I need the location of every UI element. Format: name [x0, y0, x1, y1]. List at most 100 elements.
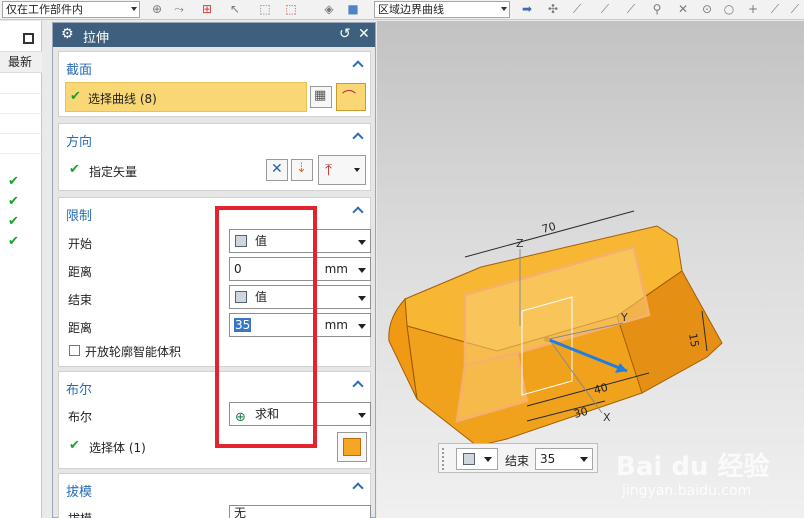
snap-point-icon[interactable]: ⊕: [150, 2, 164, 16]
add-select-icon[interactable]: ⊞: [200, 2, 214, 16]
chevron-down-icon: [358, 324, 366, 329]
chevron-down-icon: [358, 268, 366, 273]
chevron-down-icon: [358, 413, 366, 418]
history-check-icon: ✔: [8, 194, 19, 209]
dimension-label: 15: [686, 332, 701, 348]
collapse-icon[interactable]: [352, 60, 364, 72]
top-toolbar: 仅在工作部件内 ⊕ ⤳ ⊞ ↖ ⬚ ⬚ ◈ ■ 区域边界曲线 ➡ ✣ ⟋ ⟋ ⟋…: [0, 0, 804, 20]
curve-rule-dropdown[interactable]: 区域边界曲线: [374, 1, 510, 18]
snap-icon[interactable]: ✣: [546, 2, 560, 16]
axis-label: Y: [620, 311, 628, 324]
selection-filter-dropdown[interactable]: 仅在工作部件内: [2, 1, 140, 18]
check-icon: ✔: [69, 438, 80, 453]
select-body-button[interactable]: [337, 432, 367, 462]
center-point-icon[interactable]: ⊙: [700, 2, 714, 16]
check-icon: ✔: [70, 89, 81, 104]
draft-label: 拔模: [68, 510, 92, 518]
value-cube-icon: [463, 453, 475, 465]
vector-icon: ⇣: [296, 161, 307, 176]
collapse-icon[interactable]: [352, 482, 364, 494]
reset-icon[interactable]: ↺: [339, 26, 351, 42]
curve-icon: ⌒: [342, 90, 356, 106]
view-icon[interactable]: ◈: [322, 2, 336, 16]
open-profile-checkbox[interactable]: [69, 345, 80, 356]
open-profile-label: 开放轮廓智能体积: [85, 345, 182, 359]
mid-point-icon[interactable]: ⟋: [624, 2, 638, 16]
dialog-title-bar: ⚙ 拉伸 ↺ ✕: [53, 23, 375, 47]
end-label: 结束: [505, 454, 530, 468]
control-point-icon[interactable]: ⚲: [650, 2, 664, 16]
draft-group: 拔模 拔模 无: [58, 473, 371, 518]
extrude-dialog: ⚙ 拉伸 ↺ ✕ 截面 ✔ 选择曲线 (8) ▦ ⌒ 方向 ✔ 指定矢量 ✕ ⇣…: [52, 22, 376, 518]
collapse-icon[interactable]: [352, 380, 364, 392]
follow-icon[interactable]: ➡: [520, 2, 534, 16]
drag-handle[interactable]: [442, 448, 446, 470]
boolean-label: 布尔: [68, 410, 93, 424]
history-check-icon: ✔: [8, 234, 19, 249]
select-body-label: 选择体 (1): [89, 441, 146, 455]
select-curve-label: 选择曲线 (8): [88, 92, 157, 106]
end-point-icon[interactable]: ⟋: [598, 2, 612, 16]
maximize-icon[interactable]: [23, 33, 34, 44]
vector-origin: [544, 336, 550, 342]
draft-title[interactable]: 拔模: [66, 481, 92, 500]
red-highlight-box: [215, 206, 317, 448]
chevron-down-icon: [484, 457, 492, 462]
solid-cube-icon[interactable]: ■: [346, 2, 360, 16]
check-icon: ✔: [69, 162, 80, 177]
axis-label: X: [603, 411, 611, 424]
history-header: 最新: [0, 51, 42, 73]
chevron-down-icon: [358, 296, 366, 301]
sketch-section-button[interactable]: ▦: [310, 86, 332, 108]
curve-select-button[interactable]: ⌒: [336, 83, 366, 111]
part-navigator: 最新 ✔ ✔ ✔ ✔: [0, 21, 42, 518]
collapse-icon[interactable]: [352, 132, 364, 144]
body-cube-icon: [343, 438, 361, 456]
close-icon[interactable]: ✕: [358, 26, 370, 42]
baidu-watermark: Bai du 经验: [616, 452, 770, 482]
arrow-icon[interactable]: ↖: [228, 2, 242, 16]
sketch-icon: ▦: [314, 88, 327, 103]
boolean-title[interactable]: 布尔: [66, 379, 92, 398]
dimension-label: 70: [540, 220, 557, 236]
direction-group: 方向 ✔ 指定矢量 ✕ ⇣ ⤒: [58, 123, 371, 191]
chevron-down-icon: [580, 457, 588, 462]
point-on-face-icon[interactable]: ⟋: [788, 2, 802, 16]
limits-title[interactable]: 限制: [66, 205, 92, 224]
select-mode-icon[interactable]: ⤳: [172, 2, 186, 16]
section-title[interactable]: 截面: [66, 59, 92, 78]
end-distance-toolbar: 结束 35: [438, 443, 598, 473]
quadrant-icon[interactable]: ○: [722, 2, 736, 16]
row-divider: [0, 153, 42, 154]
point-on-curve-icon[interactable]: ⟋: [768, 2, 782, 16]
lasso-icon[interactable]: ⬚: [258, 2, 272, 16]
start-distance-label: 距离: [68, 265, 93, 279]
start-label: 开始: [68, 237, 93, 251]
unit-label: mm: [324, 262, 348, 276]
vector-type-dropdown[interactable]: ⤒: [318, 155, 366, 185]
row-divider: [0, 113, 42, 114]
watermark-url: jingyan.baidu.com: [622, 483, 752, 499]
end-type-mini-dropdown[interactable]: [456, 448, 498, 470]
gear-icon[interactable]: ⚙: [61, 26, 74, 42]
curve-rule-value: 区域边界曲线: [378, 3, 444, 16]
intersection-icon[interactable]: ✕: [676, 2, 690, 16]
end-value-input[interactable]: 35: [535, 448, 593, 470]
collapse-icon[interactable]: [352, 206, 364, 218]
existing-point-icon[interactable]: +: [746, 2, 760, 16]
direction-title[interactable]: 方向: [66, 131, 92, 150]
end-label: 结束: [68, 293, 93, 307]
rectangle-select-icon[interactable]: ⬚: [284, 2, 298, 16]
axis-triad-icon: ⤒: [325, 160, 333, 179]
dialog-title: 拉伸: [83, 31, 110, 46]
unit-label: mm: [324, 318, 348, 332]
reverse-direction-button[interactable]: ✕: [266, 159, 288, 181]
history-check-icon: ✔: [8, 174, 19, 189]
draft-dropdown[interactable]: 无: [229, 505, 371, 518]
section-group: 截面 ✔ 选择曲线 (8) ▦ ⌒: [58, 51, 371, 117]
line-snap-icon[interactable]: ⟋: [570, 2, 584, 16]
history-check-icon: ✔: [8, 214, 19, 229]
vector-dialog-button[interactable]: ⇣: [291, 159, 313, 181]
chevron-down-icon: [131, 7, 137, 11]
select-curve-row[interactable]: ✔ 选择曲线 (8): [65, 82, 307, 112]
